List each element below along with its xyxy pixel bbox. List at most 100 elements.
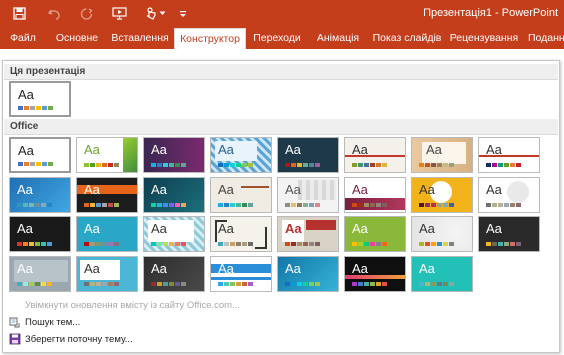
theme-preview-text: Aa xyxy=(218,182,234,197)
theme-circuit[interactable]: Aa xyxy=(143,177,205,213)
theme-facet[interactable]: Aa xyxy=(76,137,138,173)
theme-swatches xyxy=(285,203,320,207)
theme-swatches xyxy=(84,163,119,167)
theme-wisp-blue[interactable]: Aa xyxy=(9,177,71,213)
theme-mesh[interactable]: Aa xyxy=(478,177,540,213)
theme-quotable[interactable]: Aa xyxy=(143,216,205,252)
theme-swatches xyxy=(18,162,53,166)
theme-swatches xyxy=(218,203,253,207)
theme-gallery[interactable]: Aa xyxy=(143,256,205,292)
theme-preview-text: Aa xyxy=(426,142,442,157)
theme-swatches xyxy=(486,163,521,167)
theme-preview-text: Aa xyxy=(285,221,302,236)
theme-droplet[interactable]: Aa xyxy=(210,256,272,292)
window-title: Презентація1 - PowerPoint xyxy=(423,7,558,19)
theme-preview-text: Aa xyxy=(218,261,234,276)
theme-preview-text: Aa xyxy=(17,261,33,276)
tab-animations[interactable]: Анімація xyxy=(310,27,366,49)
theme-swatches xyxy=(84,242,119,246)
enable-updates-label: Увімкнути оновлення вмісту із сайту Offi… xyxy=(25,299,241,311)
theme-celestial[interactable]: Aa xyxy=(344,256,406,292)
theme-swatches xyxy=(218,282,253,286)
save-theme-command[interactable]: Зберегти поточну тему... xyxy=(9,331,133,347)
ribbon-tab-bar: Файл Основне Вставлення Конструктор Пере… xyxy=(0,27,564,49)
theme-badge[interactable]: Aa xyxy=(478,216,540,252)
theme-office[interactable]: Aa xyxy=(9,137,71,173)
theme-swatches xyxy=(352,242,387,246)
theme-preview-text: Aa xyxy=(285,261,301,276)
theme-swatches xyxy=(151,282,186,286)
theme-preview-text: Aa xyxy=(419,261,435,276)
save-theme-icon xyxy=(9,333,21,345)
theme-swatches xyxy=(218,163,253,167)
theme-main-event[interactable]: Aa xyxy=(76,216,138,252)
touch-mode-icon[interactable] xyxy=(142,4,158,23)
theme-preview-text: Aa xyxy=(18,143,34,158)
theme-swatches xyxy=(352,282,387,286)
theme-swatches xyxy=(17,242,52,246)
tab-transitions[interactable]: Переходи xyxy=(250,27,304,49)
theme-preview-text: Aa xyxy=(352,261,368,276)
theme-crop[interactable]: Aa xyxy=(277,177,339,213)
theme-preview-text: Aa xyxy=(17,182,33,197)
themes-gallery: Ця презентація Aa Office Aa Aa Aa Aa Aa … xyxy=(2,60,560,353)
theme-preview-text: Aa xyxy=(419,182,435,197)
theme-swatches xyxy=(285,242,320,246)
tab-home[interactable]: Основне xyxy=(52,27,102,49)
tab-insert[interactable]: Вставлення xyxy=(108,27,172,49)
customize-qat-icon[interactable] xyxy=(178,4,188,23)
theme-swatches xyxy=(84,203,119,207)
theme-current[interactable]: Aa xyxy=(9,81,71,117)
theme-wisp-aqua[interactable]: Aa xyxy=(277,256,339,292)
theme-banded[interactable]: Aa xyxy=(344,216,406,252)
enable-updates-command: Увімкнути оновлення вмісту із сайту Offi… xyxy=(9,297,240,313)
search-themes-command[interactable]: Пошук тем... xyxy=(9,314,80,330)
present-icon[interactable] xyxy=(110,4,128,23)
theme-preview-text: Aa xyxy=(84,261,100,276)
theme-swatches xyxy=(486,242,521,246)
theme-swatches xyxy=(18,106,53,110)
theme-preview-text: Aa xyxy=(84,221,100,236)
redo-icon[interactable] xyxy=(78,4,94,23)
theme-vapor-trail[interactable]: Aa xyxy=(9,216,71,252)
theme-savon[interactable]: Aa xyxy=(210,177,272,213)
touch-dropdown-icon[interactable] xyxy=(158,4,166,23)
theme-depth[interactable]: Aa xyxy=(9,256,71,292)
theme-ion-boardroom[interactable]: Aa xyxy=(210,137,272,173)
theme-basis[interactable]: Aa xyxy=(411,216,473,252)
save-theme-label: Зберегти поточну тему... xyxy=(25,333,133,345)
tab-design[interactable]: Конструктор xyxy=(174,28,246,49)
theme-parallax[interactable]: Aa xyxy=(344,177,406,213)
tab-file[interactable]: Файл xyxy=(8,27,38,49)
theme-preview-text: Aa xyxy=(486,221,502,236)
theme-slice[interactable]: Aa xyxy=(478,137,540,173)
theme-preview-text: Aa xyxy=(17,221,33,236)
theme-preview-text: Aa xyxy=(218,221,234,236)
tab-review[interactable]: Рецензування xyxy=(448,27,520,49)
theme-swatches xyxy=(218,242,253,246)
theme-swatches xyxy=(419,163,454,167)
theme-ion[interactable]: Aa xyxy=(277,137,339,173)
theme-organic[interactable]: Aa xyxy=(344,137,406,173)
theme-preview-text: Aa xyxy=(352,142,368,157)
tab-view[interactable]: Поданн xyxy=(528,27,564,49)
tab-slideshow[interactable]: Показ слайдів xyxy=(372,27,442,49)
theme-frame[interactable]: Aa xyxy=(210,216,272,252)
theme-view[interactable]: Aa xyxy=(76,256,138,292)
theme-preview-text: Aa xyxy=(18,87,34,102)
theme-retrospect[interactable]: Aa xyxy=(411,137,473,173)
theme-berlin[interactable]: Aa xyxy=(76,177,138,213)
save-icon[interactable] xyxy=(10,4,28,23)
theme-integral[interactable]: Aa xyxy=(143,137,205,173)
theme-metropolitan[interactable]: Aa xyxy=(411,256,473,292)
theme-swatches xyxy=(352,203,387,207)
theme-preview-text: Aa xyxy=(486,182,502,197)
theme-swatches xyxy=(285,282,320,286)
section-office: Office xyxy=(4,119,558,135)
theme-dividend[interactable]: Aa xyxy=(411,177,473,213)
theme-swatches xyxy=(352,163,387,167)
theme-swatches xyxy=(285,163,320,167)
theme-wood-type[interactable]: Aa xyxy=(277,216,339,252)
undo-icon[interactable] xyxy=(46,4,62,23)
theme-swatches xyxy=(419,282,454,286)
